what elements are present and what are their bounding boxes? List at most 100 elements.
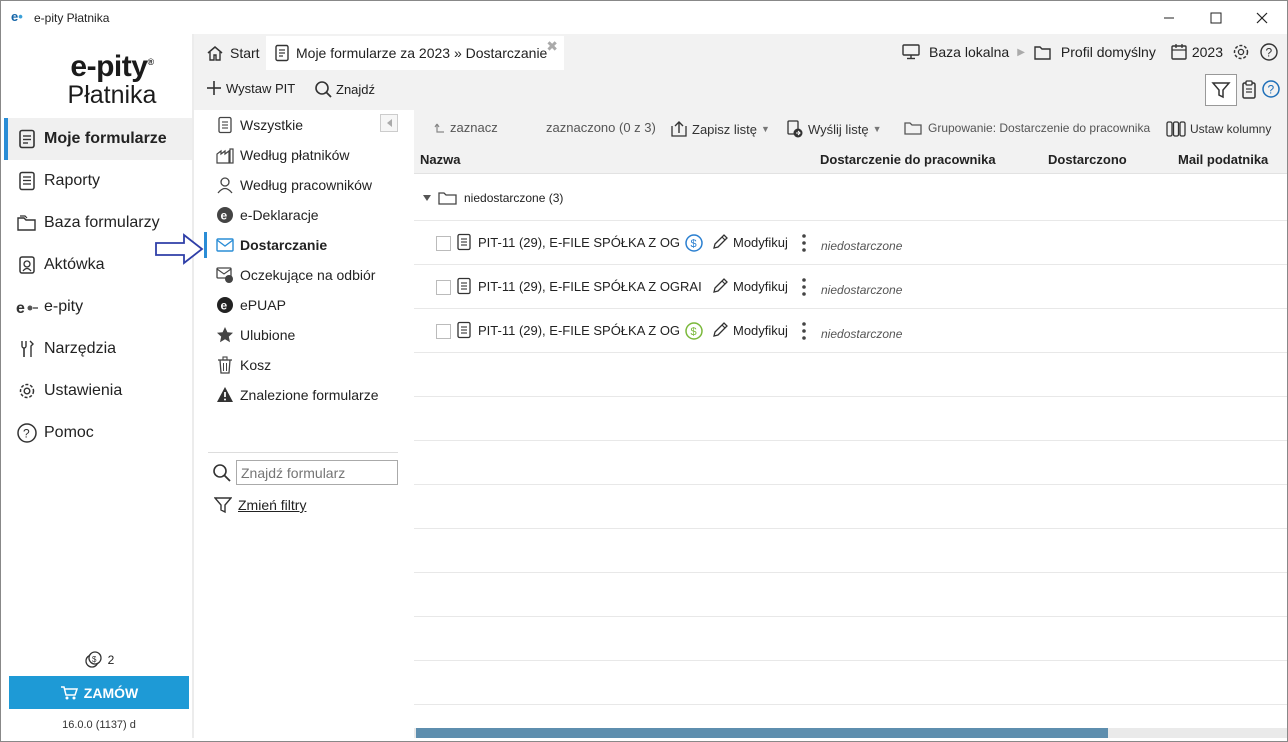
find-button[interactable]: Znajdź (314, 80, 375, 98)
filter-item-e-deklaracje[interactable]: e e-Deklaracje (204, 200, 404, 230)
close-button[interactable] (1239, 5, 1285, 31)
filter-label: Znalezione formularze (240, 387, 379, 403)
save-list-button[interactable]: Zapisz listę ▼ (670, 120, 770, 138)
modify-button[interactable]: Modyfikuj (711, 233, 788, 251)
send-list-button[interactable]: Wyślij listę ▼ (786, 120, 881, 138)
filter-label: Kosz (240, 357, 272, 373)
order-button[interactable]: ZAMÓW (9, 676, 189, 709)
row-menu-button[interactable] (801, 233, 807, 253)
filter-item-platnicy[interactable]: Według płatników (204, 140, 404, 170)
row-name-cell[interactable]: PIT-11 (29), E-FILE SPÓŁKA Z OG (456, 321, 680, 339)
maximize-button[interactable] (1193, 5, 1239, 31)
action-bar: Wystaw PIT Znajdź ? (194, 70, 1287, 110)
help-icon[interactable]: ? (1259, 42, 1279, 62)
document-icon (16, 128, 38, 150)
sidebar-item-label: Raporty (44, 172, 101, 189)
set-columns-button[interactable]: Ustaw kolumny (1166, 120, 1271, 138)
envelope-clock-icon (216, 266, 234, 284)
help-button[interactable]: ? (1261, 79, 1281, 99)
database-selector[interactable]: Baza lokalna (929, 44, 1009, 60)
sidebar-item-narzedzia[interactable]: Narzędzia (4, 328, 194, 370)
sidebar-item-ustawienia[interactable]: Ustawienia (4, 370, 194, 412)
column-header-dostarczenie[interactable]: Dostarczenie do pracownika (820, 152, 996, 167)
cart-icon (60, 685, 78, 701)
filter-item-kosz[interactable]: Kosz (204, 350, 404, 380)
epuap-icon: e (216, 296, 234, 314)
row-name-cell[interactable]: PIT-11 (29), E-FILE SPÓŁKA Z OG (456, 233, 680, 251)
settings-gear-icon[interactable] (1231, 42, 1251, 62)
table-row[interactable]: PIT-11 (29), E-FILE SPÓŁKA Z OG $ Modyfi… (414, 309, 1287, 353)
row-name-cell[interactable]: PIT-11 (29), E-FILE SPÓŁKA Z OGRAI (456, 277, 702, 295)
document-icon (274, 44, 290, 62)
row-menu-button[interactable] (801, 277, 807, 297)
filter-item-epuap[interactable]: e ePUAP (204, 290, 404, 320)
minimize-icon (1164, 17, 1174, 19)
sidebar-divider (192, 34, 194, 738)
select-button[interactable]: zaznacz (434, 120, 498, 135)
profile-selector[interactable]: Profil domyślny (1061, 44, 1156, 60)
year-selector[interactable]: 2023 (1192, 44, 1223, 60)
horizontal-scrollbar[interactable] (414, 728, 1287, 738)
epity-logo-icon: e (16, 296, 38, 318)
row-checkbox[interactable] (436, 236, 451, 251)
modify-button[interactable]: Modyfikuj (711, 277, 788, 295)
row-menu-button[interactable] (801, 321, 807, 341)
modify-button[interactable]: Modyfikuj (711, 321, 788, 339)
top-right-bar: Baza lokalna ▶ Profil domyślny 2023 ? (901, 38, 1279, 66)
table-row[interactable]: PIT-11 (29), E-FILE SPÓŁKA Z OG $ Modyfi… (414, 221, 1287, 265)
payment-badge-blue-icon: $ (684, 233, 704, 253)
sidebar-item-label: Narzędzia (44, 340, 117, 357)
sidebar-item-label: e-pity (44, 298, 84, 315)
tab-start[interactable]: Start (198, 36, 268, 70)
table-row[interactable]: PIT-11 (29), E-FILE SPÓŁKA Z OGRAI Modyf… (414, 265, 1287, 309)
row-checkbox[interactable] (436, 324, 451, 339)
minimize-button[interactable] (1146, 5, 1192, 31)
filter-label: Wszystkie (240, 117, 303, 133)
filter-item-pracownicy[interactable]: Według pracowników (204, 170, 404, 200)
sidebar-item-raporty[interactable]: Raporty (4, 160, 194, 202)
filter-item-dostarczanie[interactable]: Dostarczanie (204, 230, 404, 260)
clipboard-button[interactable] (1241, 80, 1257, 100)
brand-line2: Płatnika (67, 81, 157, 109)
empty-row (414, 617, 1287, 661)
grouping-label: Grupowanie: Dostarczenie do pracownika (928, 121, 1151, 135)
sidebar-item-pomoc[interactable]: ? Pomoc (4, 412, 194, 454)
person-icon (216, 176, 234, 194)
column-header-mail[interactable]: Mail podatnika (1178, 152, 1268, 167)
filter-item-oczekujace[interactable]: Oczekujące na odbiór (204, 260, 404, 290)
filter-label: Oczekujące na odbiór (240, 267, 376, 283)
svg-text:e: e (221, 299, 228, 313)
row-name: PIT-11 (29), E-FILE SPÓŁKA Z OG (478, 322, 681, 338)
group-label: niedostarczone (3) (464, 191, 564, 205)
scrollbar-thumb[interactable] (416, 728, 1108, 738)
row-delivery-status: niedostarczone (821, 283, 903, 297)
change-filters-link[interactable]: Zmień filtry (214, 496, 306, 514)
column-header-nazwa[interactable]: Nazwa (420, 152, 460, 167)
grouping-button[interactable]: Grupowanie: Dostarczenie do pracownika (904, 120, 1150, 136)
window-title: e-pity Płatnika (34, 11, 110, 25)
sidebar-item-moje-formularze[interactable]: Moje formularze (4, 118, 194, 160)
sidebar-item-label: Aktówka (44, 256, 105, 273)
sidebar-item-e-pity[interactable]: e e-pity (4, 286, 194, 328)
filter-label: Według pracowników (240, 177, 373, 193)
factory-icon (216, 146, 234, 164)
modify-label: Modyfikuj (733, 278, 788, 294)
filter-search (212, 460, 398, 485)
filter-item-znalezione[interactable]: Znalezione formularze (204, 380, 404, 410)
filter-item-ulubione[interactable]: Ulubione (204, 320, 404, 350)
brand-line1: e-pity (70, 50, 148, 83)
find-label: Znajdź (336, 81, 376, 97)
find-form-input[interactable] (236, 460, 398, 485)
tab-current-document[interactable]: Moje formularze za 2023 » Dostarczanie ✖ (266, 36, 564, 70)
credits-count: 2 (107, 653, 115, 667)
filter-item-wszystkie[interactable]: Wszystkie (204, 110, 404, 140)
column-header-dostarczono[interactable]: Dostarczono (1048, 152, 1127, 167)
row-checkbox[interactable] (436, 280, 451, 295)
tab-close-icon[interactable]: ✖ (546, 38, 558, 55)
select-label: zaznacz (450, 120, 498, 135)
filter-toggle-button[interactable] (1205, 74, 1237, 106)
new-pit-button[interactable]: Wystaw PIT (206, 80, 295, 96)
group-row[interactable]: niedostarczone (3) (414, 174, 1287, 221)
expand-triangle-icon[interactable] (422, 193, 432, 203)
credits-indicator[interactable]: $ 2 (4, 648, 194, 672)
